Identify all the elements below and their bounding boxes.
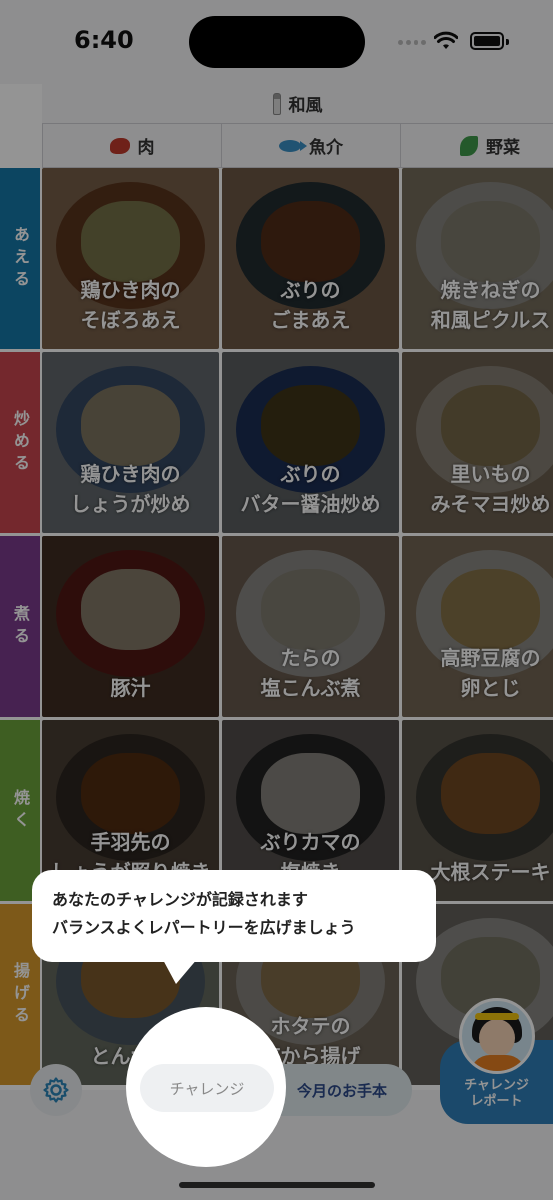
recipe-title: 鶏ひき肉の しょうが炒め [70,462,191,516]
category-label: 肉 [137,138,155,158]
recipe-title: ぶりの ごまあえ [270,278,351,332]
recipe-title: ぶりの バター醤油炒め [240,462,381,516]
method-label: あえる [11,225,30,292]
category-vegetable[interactable]: 野菜 [400,124,553,167]
method-tab-aeru[interactable]: あえる [0,168,40,349]
category-label: 野菜 [486,138,520,158]
home-indicator [179,1182,375,1188]
method-tab-yaku[interactable]: 焼く [0,720,40,901]
tab-monthly-lesson[interactable]: 今月のお手本 [276,1068,408,1112]
recipe-title: 高野豆腐の 卵とじ [440,646,541,700]
recipe-title: 豚汁 [110,676,151,700]
category-seafood[interactable]: 魚介 [221,124,400,167]
method-label: 焼く [11,788,30,833]
category-meat[interactable]: 肉 [42,124,221,167]
recipe-card[interactable]: 鶏ひき肉の しょうが炒め [42,352,219,533]
recipe-title: 焼きねぎの 和風ピクルス [430,278,551,332]
recipe-card[interactable]: 里いもの みそマヨ炒め [402,352,553,533]
genre-label: 和風 [288,96,323,116]
status-time: 6:40 [74,26,134,54]
recipe-card[interactable]: 豚汁 [42,536,219,717]
recipe-card[interactable]: たらの 塩こんぶ煮 [222,536,399,717]
fish-icon [279,139,307,152]
dynamic-island [189,16,365,68]
meat-icon [109,137,130,154]
tooltip-tail [162,958,198,984]
recipe-card[interactable]: 高野豆腐の 卵とじ [402,536,553,717]
battery-icon [470,32,509,50]
category-label: 魚介 [309,138,343,158]
recipe-card[interactable]: ぶりの ごまあえ [222,168,399,349]
challenge-report-label: チャレンジ レポート [464,1078,529,1109]
method-label: 煮る [11,604,30,649]
recipe-title: 里いもの みそマヨ炒め [430,462,551,516]
category-header: 肉 魚介 野菜 [42,124,553,168]
recipe-title: たらの 塩こんぶ煮 [260,646,361,700]
avatar [459,998,535,1074]
method-tab-itameru[interactable]: 炒める [0,352,40,533]
tutorial-tooltip: あなたのチャレンジが記録されます バランスよくレパートリーを広げましょう [32,870,436,962]
signal-icon [398,40,426,46]
soy-sauce-icon [272,92,281,115]
tooltip-line-2: バランスよくレパートリーを広げましょう [52,918,356,937]
tooltip-line-1: あなたのチャレンジが記録されます [52,890,308,909]
recipe-card[interactable]: 鶏ひき肉の そぼろあえ [42,168,219,349]
tab-challenge[interactable]: チャレンジ [140,1064,274,1112]
gear-icon [43,1077,69,1103]
method-label: 炒める [11,409,30,476]
method-label: 揚げる [11,961,30,1028]
recipe-card[interactable]: 焼きねぎの 和風ピクルス [402,168,553,349]
recipe-card[interactable]: ぶりの バター醤油炒め [222,352,399,533]
recipe-title: 鶏ひき肉の そぼろあえ [80,278,181,332]
settings-button[interactable] [30,1064,82,1116]
vegetable-icon [460,135,478,156]
method-tab-niru[interactable]: 煮る [0,536,40,717]
status-bar: 6:40 [0,0,553,84]
genre-header[interactable]: 和風 [42,84,553,124]
wifi-icon [434,31,458,49]
